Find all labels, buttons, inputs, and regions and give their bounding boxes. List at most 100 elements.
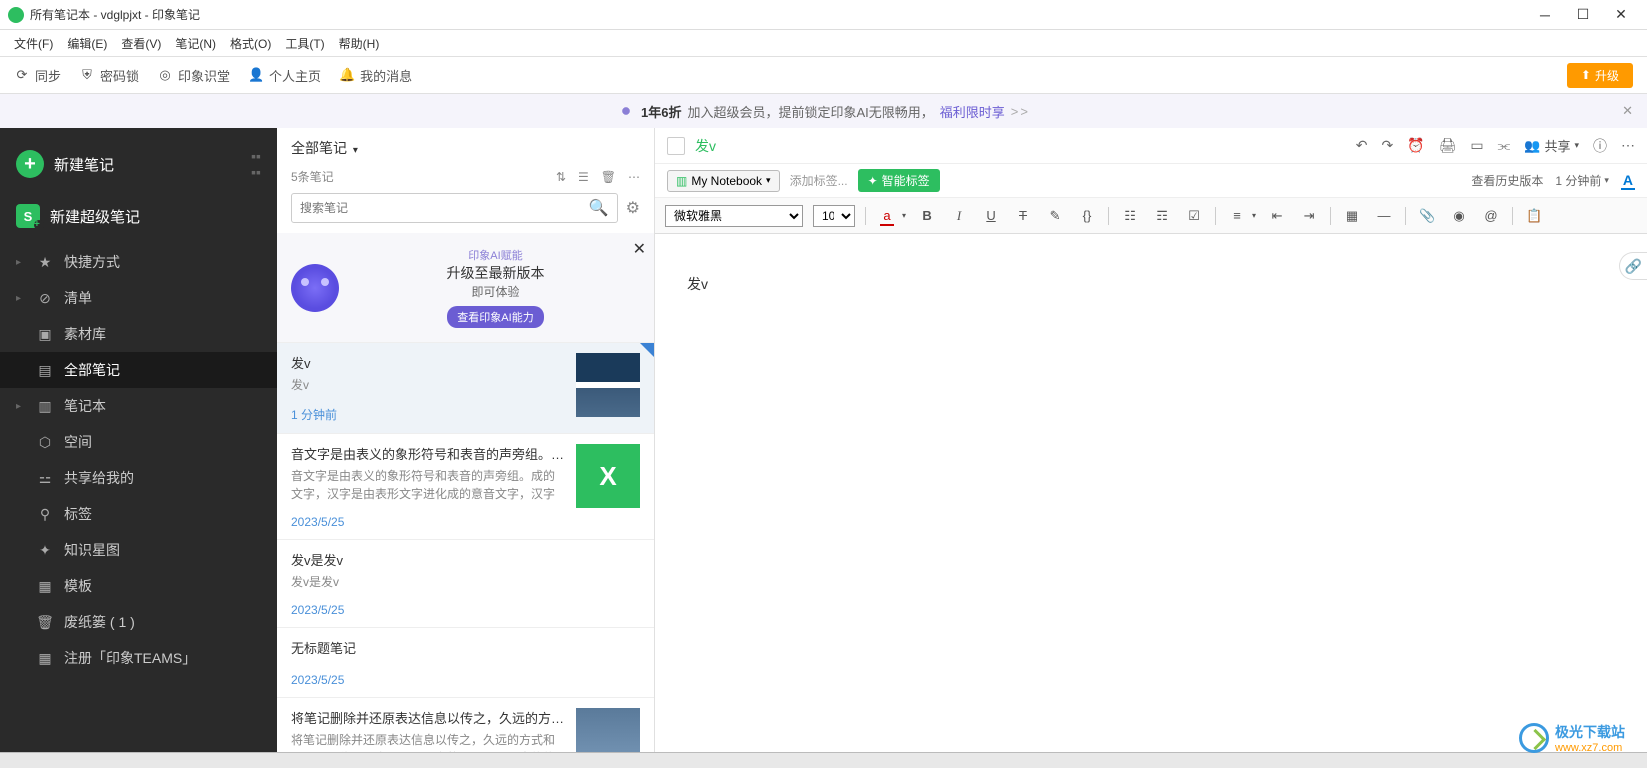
- bullet-list-button[interactable]: ☷: [1119, 205, 1141, 227]
- editor-content[interactable]: 🔗 发v: [655, 234, 1647, 752]
- bold-button[interactable]: B: [916, 205, 938, 227]
- messages-button[interactable]: 🔔 我的消息: [339, 66, 412, 85]
- strikethrough-button[interactable]: T: [1012, 205, 1034, 227]
- search-box[interactable]: 🔍: [291, 193, 618, 223]
- record-button[interactable]: ◉: [1448, 205, 1470, 227]
- number-list-button[interactable]: ☶: [1151, 205, 1173, 227]
- present-icon[interactable]: ▭: [1470, 137, 1483, 154]
- upgrade-button[interactable]: ⬆ 升级: [1567, 63, 1633, 88]
- sidebar-item-0[interactable]: ▸★快捷方式: [0, 244, 277, 280]
- search-icon[interactable]: 🔍: [589, 198, 609, 218]
- reminder-icon[interactable]: ⏰: [1407, 137, 1424, 154]
- attachment-button[interactable]: 📎: [1416, 205, 1438, 227]
- code-button[interactable]: {}: [1076, 205, 1098, 227]
- sidebar-item-11[interactable]: ▦注册「印象TEAMS」: [0, 640, 277, 676]
- window-title: 所有笔记本 - vdglpjxt - 印象笔记: [30, 6, 1535, 23]
- font-select[interactable]: 微软雅黑: [665, 205, 803, 227]
- sidebar-item-5[interactable]: ⬡空间: [0, 424, 277, 460]
- table-button[interactable]: ▦: [1341, 205, 1363, 227]
- menu-format[interactable]: 格式(O): [230, 35, 271, 52]
- sidebar-item-8[interactable]: ✦知识星图: [0, 532, 277, 568]
- notelist-title[interactable]: 全部笔记 ▾: [291, 138, 358, 158]
- banner-close-icon[interactable]: ✕: [1622, 103, 1633, 119]
- smart-tag-button[interactable]: ✦ 智能标签: [858, 169, 940, 192]
- new-note-button[interactable]: + 新建笔记 ▪▪▪▪: [0, 140, 277, 194]
- share-node-icon[interactable]: ⫘: [1498, 137, 1511, 154]
- redo-icon[interactable]: ↷: [1381, 137, 1393, 154]
- underline-button[interactable]: U: [980, 205, 1002, 227]
- sidebar-item-2[interactable]: ▣素材库: [0, 316, 277, 352]
- minimize-button[interactable]: ─: [1535, 5, 1555, 25]
- banner-link[interactable]: 福利限时享: [940, 102, 1005, 121]
- add-tag-button[interactable]: 添加标签...: [790, 172, 848, 189]
- menu-note[interactable]: 笔记(N): [175, 35, 216, 52]
- classroom-button[interactable]: ◎ 印象识堂: [157, 66, 230, 85]
- link-pill-icon[interactable]: 🔗: [1619, 252, 1647, 280]
- note-item-4[interactable]: 将笔记删除并还原表达信息以传之，久远的方式和...将笔记删除并还原表达信息以传之…: [277, 698, 654, 752]
- note-item-3[interactable]: 无标题笔记2023/5/25: [277, 628, 654, 698]
- font-color-button[interactable]: a: [876, 205, 898, 227]
- sidebar-item-9[interactable]: ▦模板: [0, 568, 277, 604]
- grid-view-icon[interactable]: ▪▪▪▪: [251, 148, 261, 180]
- menu-help[interactable]: 帮助(H): [339, 35, 380, 52]
- font-size-select[interactable]: 10: [813, 205, 855, 227]
- menu-tools[interactable]: 工具(T): [285, 35, 324, 52]
- outdent-button[interactable]: ⇤: [1266, 205, 1288, 227]
- trash-icon[interactable]: 🗑: [601, 170, 616, 184]
- promo-button[interactable]: 查看印象AI能力: [447, 306, 543, 328]
- search-input[interactable]: [300, 201, 589, 215]
- sidebar-item-3[interactable]: ▤全部笔记: [0, 352, 277, 388]
- clipboard-button[interactable]: 📋: [1523, 205, 1545, 227]
- menu-view[interactable]: 查看(V): [121, 35, 161, 52]
- list-view-icon[interactable]: ☰: [578, 170, 589, 184]
- close-button[interactable]: ✕: [1611, 5, 1631, 25]
- align-button[interactable]: ≡: [1226, 205, 1248, 227]
- notebook-selector[interactable]: ▥ My Notebook ▾: [667, 170, 780, 192]
- promo-close-icon[interactable]: ✕: [633, 239, 646, 259]
- highlight-button[interactable]: ✎: [1044, 205, 1066, 227]
- italic-button[interactable]: I: [948, 205, 970, 227]
- note-item-0[interactable]: 发v发v1 分钟前: [277, 343, 654, 434]
- note-item-1[interactable]: 音文字是由表义的象形符号和表音的声旁组。成的...音文字是由表义的象形符号和表音…: [277, 434, 654, 540]
- history-link[interactable]: 查看历史版本: [1471, 172, 1543, 189]
- chevron-down-icon[interactable]: ▾: [902, 211, 906, 220]
- text-style-a-icon[interactable]: A: [1621, 172, 1635, 190]
- sidebar-item-7[interactable]: ⚲标签: [0, 496, 277, 532]
- more-icon[interactable]: ⋯: [628, 170, 640, 184]
- undo-icon[interactable]: ↶: [1356, 137, 1368, 154]
- hr-button[interactable]: —: [1373, 205, 1395, 227]
- share-button[interactable]: 👥 共享 ▾: [1524, 136, 1579, 155]
- sidebar-item-1[interactable]: ▸⊘清单: [0, 280, 277, 316]
- checklist-button[interactable]: ☑: [1183, 205, 1205, 227]
- sidebar-item-4[interactable]: ▸▥笔记本: [0, 388, 277, 424]
- filter-icon[interactable]: ⚙: [626, 198, 640, 218]
- editor-note-title[interactable]: 发v: [695, 136, 716, 156]
- sidebar-item-10[interactable]: 🗑废纸篓 ( 1 ): [0, 604, 277, 640]
- chevron-down-icon[interactable]: ▾: [1252, 211, 1256, 220]
- new-super-note-button[interactable]: S 新建超级笔记: [0, 194, 277, 244]
- sidebar-item-6[interactable]: ⚍共享给我的: [0, 460, 277, 496]
- messages-label: 我的消息: [360, 66, 412, 85]
- at-button[interactable]: @: [1480, 205, 1502, 227]
- note-date: 2023/5/25: [291, 515, 566, 529]
- homepage-button[interactable]: 👤 个人主页: [248, 66, 321, 85]
- password-lock-button[interactable]: ⛨ 密码锁: [79, 66, 139, 85]
- sync-button[interactable]: ⟳ 同步: [14, 66, 61, 85]
- chevron-down-icon: ▾: [766, 175, 771, 186]
- chevron-down-icon: ▾: [353, 145, 358, 156]
- note-snippet: 发v: [291, 376, 566, 394]
- promo-line3: 即可体验: [351, 283, 640, 300]
- menu-edit[interactable]: 编辑(E): [67, 35, 107, 52]
- upgrade-label: 升级: [1595, 67, 1619, 84]
- note-item-2[interactable]: 发v是发v发v是发v2023/5/25: [277, 540, 654, 628]
- menu-file[interactable]: 文件(F): [14, 35, 53, 52]
- indent-button[interactable]: ⇥: [1298, 205, 1320, 227]
- modified-time[interactable]: 1 分钟前 ▾: [1555, 172, 1609, 189]
- note-title: 发v是发v: [291, 550, 640, 569]
- maximize-button[interactable]: ☐: [1573, 5, 1593, 25]
- print-icon[interactable]: 🖨: [1439, 137, 1457, 154]
- sort-icon[interactable]: ⇅: [556, 170, 566, 184]
- more-icon[interactable]: ⋯: [1621, 137, 1635, 154]
- classroom-label: 印象识堂: [178, 66, 230, 85]
- info-icon[interactable]: ⓘ: [1593, 136, 1607, 156]
